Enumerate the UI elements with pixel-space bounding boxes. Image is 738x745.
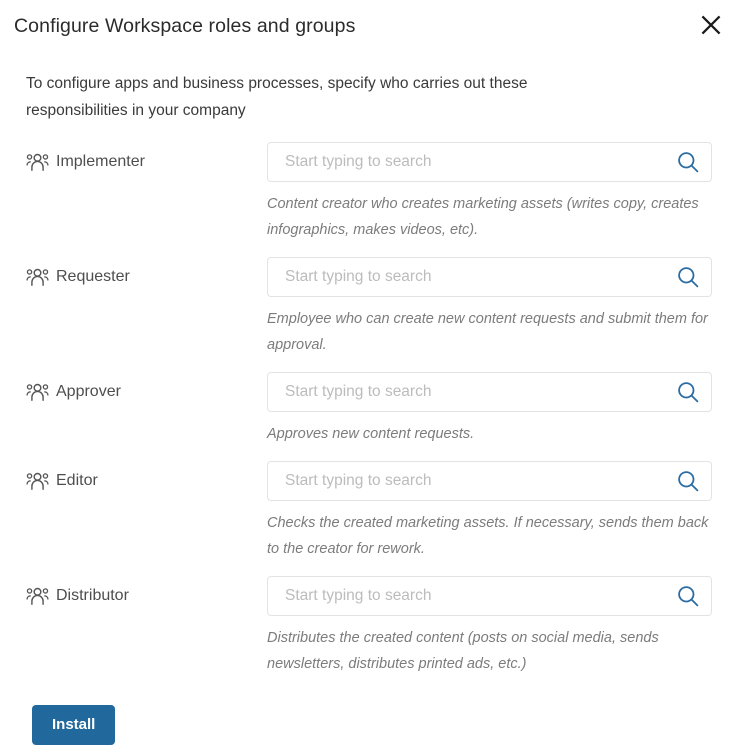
search-box[interactable] [267,142,712,182]
role-field [267,142,712,182]
dialog-footer: Install [32,705,738,745]
search-input[interactable] [268,373,711,411]
role-row: Distributor Distributes the created conte… [0,576,738,677]
search-box[interactable] [267,257,712,297]
role-name: Editor [56,472,98,489]
search-button[interactable] [675,379,701,405]
role-row: Editor Checks the created marketing asset… [0,461,738,562]
close-button[interactable] [694,8,728,42]
role-label-approver: Approver [26,372,267,401]
search-box[interactable] [267,576,712,616]
group-people-icon [26,268,49,286]
search-icon [676,469,700,493]
install-button[interactable]: Install [32,705,116,745]
role-label-requester: Requester [26,257,267,286]
search-button[interactable] [675,264,701,290]
role-row: Requester Employee who can create new con… [0,257,738,358]
role-name: Distributor [56,587,129,604]
role-field [267,372,712,412]
search-input[interactable] [268,258,711,296]
role-field [267,576,712,616]
search-button[interactable] [675,468,701,494]
role-label-implementer: Implementer [26,142,267,171]
search-button[interactable] [675,149,701,175]
role-row: Approver Approves new content requests. [0,372,738,447]
role-label-distributor: Distributor [26,576,267,605]
role-name: Approver [56,383,121,400]
role-row: Implementer Content creator who creates m… [0,142,738,243]
group-people-icon [26,153,49,171]
role-description: Checks the created marketing assets. If … [267,515,709,557]
search-input[interactable] [268,577,711,615]
search-box[interactable] [267,372,712,412]
role-description: Approves new content requests. [267,426,475,442]
role-name: Implementer [56,153,145,170]
role-name: Requester [56,268,130,285]
search-box[interactable] [267,461,712,501]
group-people-icon [26,383,49,401]
search-icon [676,265,700,289]
role-label-editor: Editor [26,461,267,490]
group-people-icon [26,587,49,605]
dialog-header: Configure Workspace roles and groups [0,0,738,52]
search-icon [676,380,700,404]
roles-list: Implementer Content creator who creates m… [0,142,738,677]
page-title: Configure Workspace roles and groups [14,14,356,37]
close-icon [700,14,722,36]
group-people-icon [26,472,49,490]
search-button[interactable] [675,583,701,609]
role-description: Employee who can create new content requ… [267,311,708,353]
intro-text: To configure apps and business processes… [26,75,528,119]
role-description: Distributes the created content (posts o… [267,630,659,672]
role-field [267,257,712,297]
search-icon [676,150,700,174]
search-input[interactable] [268,143,711,181]
search-input[interactable] [268,462,711,500]
role-field [267,461,712,501]
search-icon [676,584,700,608]
role-description: Content creator who creates marketing as… [267,196,699,238]
